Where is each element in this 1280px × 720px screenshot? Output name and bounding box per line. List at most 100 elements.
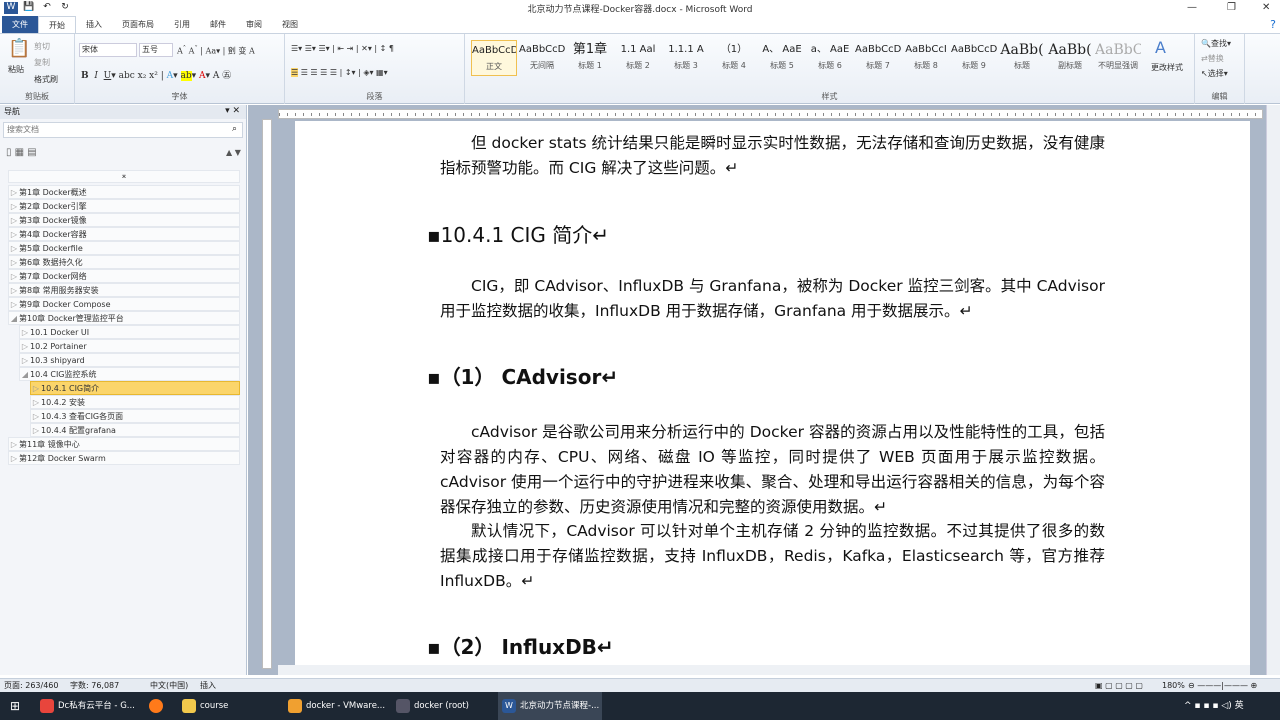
collapsed-arrow-icon[interactable]: ▷: [20, 354, 30, 366]
horizontal-ruler[interactable]: [278, 109, 1263, 119]
nav-item[interactable]: ▷ 第8章 常用服务器安装: [8, 283, 240, 297]
nav-item[interactable]: ▷ 10.3 shipyard: [19, 353, 240, 367]
taskbar-chrome[interactable]: Dc私有云平台 - G...: [36, 692, 136, 720]
find-button[interactable]: 🔍查找▾: [1201, 38, 1231, 49]
style-8[interactable]: a、 AaE 标题 6: [807, 40, 853, 76]
nav-view-tabs[interactable]: ▯ ▦ ▤: [6, 147, 37, 158]
style-9[interactable]: AaBbCcD 标题 7: [855, 40, 901, 76]
word-count[interactable]: 字数: 76,087: [70, 679, 119, 692]
collapsed-arrow-icon[interactable]: ▷: [9, 438, 19, 450]
collapsed-arrow-icon[interactable]: ▷: [9, 298, 19, 310]
nav-item[interactable]: ▷ 第5章 Dockerfile: [8, 241, 240, 255]
help-icon[interactable]: ?: [1270, 18, 1276, 31]
cut-button[interactable]: 剪切: [34, 41, 50, 52]
style-13[interactable]: AaBb(副标题: [1047, 40, 1093, 76]
copy-button[interactable]: 复制: [34, 57, 50, 68]
search-icon[interactable]: ⌕: [232, 124, 237, 134]
nav-up-down-icons[interactable]: ▲ ▼: [226, 148, 241, 157]
collapsed-arrow-icon[interactable]: ▷: [9, 256, 19, 268]
collapsed-arrow-icon[interactable]: ▷: [9, 228, 19, 240]
tab-references[interactable]: 引用: [164, 16, 200, 33]
page-count[interactable]: 页面: 263/460: [4, 679, 58, 692]
collapsed-arrow-icon[interactable]: ▷: [9, 186, 19, 198]
taskbar-word[interactable]: W 北京动力节点课程-...: [498, 692, 602, 720]
font-format-buttons[interactable]: B I U▾ abc x₂ x² | A▾ ab▾ A▾ A ㊄: [81, 68, 231, 81]
font-name-select[interactable]: 宋体: [79, 43, 137, 57]
zoom-slider[interactable]: ⊖ ———|——— ⊕: [1188, 679, 1257, 692]
ime-indicator[interactable]: 英: [1235, 701, 1244, 711]
nav-item[interactable]: ▷ 第12章 Docker Swarm: [8, 451, 240, 465]
horizontal-scrollbar[interactable]: [278, 665, 1250, 675]
nav-item[interactable]: ▷ 10.4.1 CIG简介: [30, 381, 240, 395]
align-buttons[interactable]: ☰ ☰ ☰ ☰ ☰ | ↕▾ | ◈▾ ▦▾: [291, 68, 388, 77]
collapsed-arrow-icon[interactable]: ▷: [31, 410, 41, 422]
format-painter-button[interactable]: 格式刷: [34, 74, 58, 85]
style-2[interactable]: AaBbCcDd 无间隔: [519, 40, 565, 76]
language[interactable]: 中文(中国): [150, 679, 188, 692]
font-size-select[interactable]: 五号: [139, 43, 173, 57]
taskbar-course[interactable]: course: [178, 692, 278, 720]
view-buttons[interactable]: ▣ ▢ ▢ ▢ ▢: [1095, 679, 1143, 692]
nav-item[interactable]: ▷ 第2章 Docker引擎: [8, 199, 240, 213]
taskbar-vmware[interactable]: docker - VMware...: [284, 692, 388, 720]
taskbar-firefox[interactable]: [145, 692, 169, 720]
nav-item[interactable]: ◢ 10.4 CIG监控系统: [19, 367, 240, 381]
tab-file[interactable]: 文件: [2, 16, 38, 33]
nav-item[interactable]: ▷ 第11章 镜像中心: [8, 437, 240, 451]
paste-button[interactable]: 粘贴: [8, 64, 24, 75]
style-1[interactable]: AaBbCcDd 正文: [471, 40, 517, 76]
change-styles-icon[interactable]: A: [1155, 38, 1166, 57]
list-buttons[interactable]: ☰▾ ☰▾ ☰▾ | ⇤ ⇥ | ✕▾ | ↕ ¶: [291, 44, 394, 53]
insert-mode[interactable]: 插入: [200, 679, 216, 692]
collapsed-arrow-icon[interactable]: ▷: [9, 284, 19, 296]
nav-item[interactable]: ▷ 第9章 Docker Compose: [8, 297, 240, 311]
collapse-top-icon[interactable]: ⌅: [8, 170, 240, 183]
nav-item[interactable]: ▷ 第1章 Docker概述: [8, 185, 240, 199]
collapsed-arrow-icon[interactable]: ▷: [31, 424, 41, 436]
collapsed-arrow-icon[interactable]: ▷: [9, 242, 19, 254]
change-styles-button[interactable]: 更改样式: [1151, 62, 1183, 73]
nav-item[interactable]: ◢ 第10章 Docker管理监控平台: [8, 311, 240, 325]
start-button[interactable]: ⊞: [6, 692, 20, 720]
close-button[interactable]: ✕: [1262, 2, 1270, 13]
replace-button[interactable]: ⇄替换: [1201, 53, 1224, 64]
nav-close-icon[interactable]: ▾ ✕: [225, 106, 240, 116]
nav-item[interactable]: ▷ 第7章 Docker网络: [8, 269, 240, 283]
nav-item[interactable]: ▷ 第4章 Docker容器: [8, 227, 240, 241]
tab-review[interactable]: 审阅: [236, 16, 272, 33]
style-4[interactable]: 1.1 Aal 标题 2: [615, 40, 661, 76]
nav-item[interactable]: ▷ 10.4.2 安装: [30, 395, 240, 409]
style-6[interactable]: （1） 标题 4: [711, 40, 757, 76]
tab-page-layout[interactable]: 页面布局: [112, 16, 164, 33]
tab-view[interactable]: 视图: [272, 16, 308, 33]
collapsed-arrow-icon[interactable]: ▷: [20, 326, 30, 338]
nav-item[interactable]: ▷ 10.4.3 查看CIG各页面: [30, 409, 240, 423]
style-11[interactable]: AaBbCcD 标题 9: [951, 40, 997, 76]
style-7[interactable]: A、 AaE 标题 5: [759, 40, 805, 76]
collapsed-arrow-icon[interactable]: ▷: [9, 200, 19, 212]
nav-item[interactable]: ▷ 10.4.4 配置grafana: [30, 423, 240, 437]
select-button[interactable]: ↖选择▾: [1201, 68, 1228, 79]
collapsed-arrow-icon[interactable]: ▷: [9, 214, 19, 226]
document-page[interactable]: 但 docker stats 统计结果只能是瞬时显示实时性数据，无法存储和查询历…: [295, 121, 1250, 669]
expanded-arrow-icon[interactable]: ◢: [20, 368, 30, 380]
zoom-level[interactable]: 180%: [1162, 679, 1185, 692]
tab-mailings[interactable]: 邮件: [200, 16, 236, 33]
paste-icon[interactable]: 📋: [8, 38, 30, 59]
style-12[interactable]: AaBb(标题: [999, 40, 1045, 76]
nav-item[interactable]: ▷ 第3章 Docker镜像: [8, 213, 240, 227]
expanded-arrow-icon[interactable]: ◢: [9, 312, 19, 324]
collapsed-arrow-icon[interactable]: ▷: [20, 340, 30, 352]
nav-search-input[interactable]: 搜索文档: [3, 122, 243, 138]
nav-item[interactable]: ▷ 10.2 Portainer: [19, 339, 240, 353]
style-10[interactable]: AaBbCcI 标题 8: [903, 40, 949, 76]
collapsed-arrow-icon[interactable]: ▷: [31, 382, 41, 394]
style-3[interactable]: 第1章 标题 1: [567, 40, 613, 76]
collapsed-arrow-icon[interactable]: ▷: [9, 270, 19, 282]
collapsed-arrow-icon[interactable]: ▷: [9, 452, 19, 464]
tab-insert[interactable]: 插入: [76, 16, 112, 33]
collapsed-arrow-icon[interactable]: ▷: [31, 396, 41, 408]
style-5[interactable]: 1.1.1 A 标题 3: [663, 40, 709, 76]
system-tray[interactable]: ^ ▪ ▪ ▪ ◁) 英: [1180, 692, 1244, 720]
minimize-button[interactable]: —: [1187, 2, 1197, 13]
